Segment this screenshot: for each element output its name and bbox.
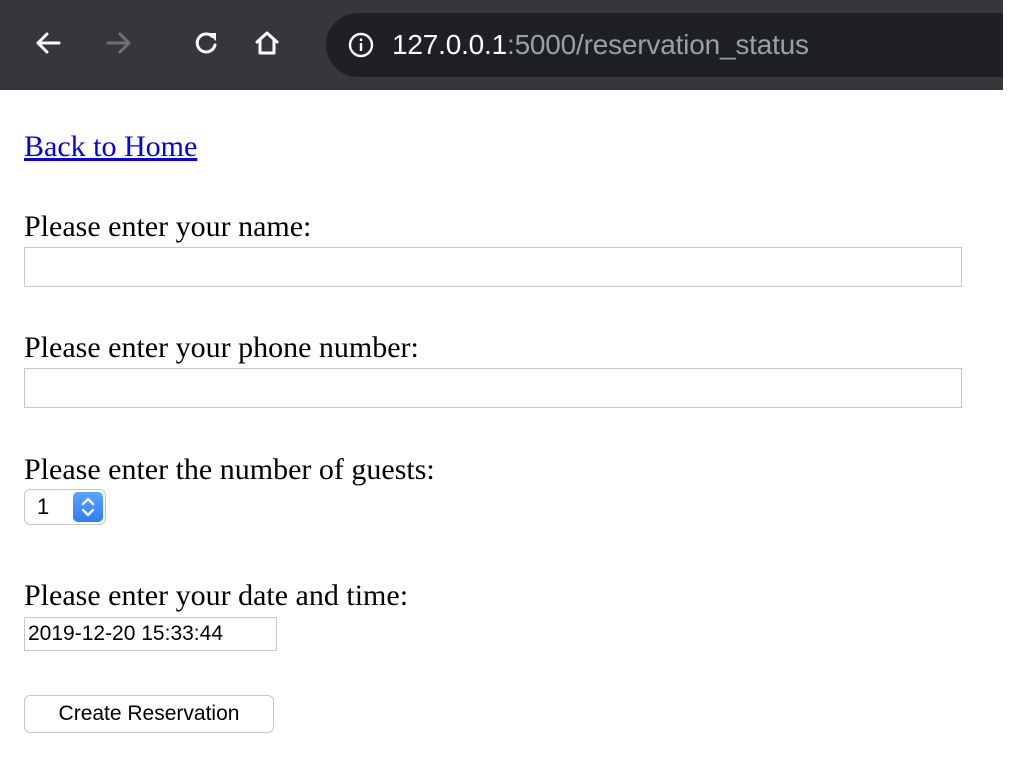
arrow-left-icon bbox=[36, 32, 61, 54]
reload-icon bbox=[195, 32, 217, 54]
phone-field[interactable] bbox=[24, 368, 962, 408]
datetime-field[interactable]: 2019-12-20 15:33:44 bbox=[24, 617, 277, 651]
guests-label: Please enter the number of guests: bbox=[24, 453, 435, 486]
address-bar[interactable]: 127.0.0.1:5000/reservation_status bbox=[326, 13, 1003, 77]
guests-select[interactable]: 1 bbox=[24, 489, 106, 525]
forward-button[interactable] bbox=[96, 20, 142, 66]
arrow-right-icon bbox=[106, 32, 131, 54]
url-path: :5000/reservation_status bbox=[506, 29, 809, 60]
select-arrows-icon[interactable] bbox=[73, 492, 103, 522]
back-button[interactable] bbox=[25, 20, 71, 66]
url-text[interactable]: 127.0.0.1:5000/reservation_status bbox=[392, 13, 809, 77]
home-icon bbox=[255, 31, 279, 55]
create-reservation-button[interactable]: Create Reservation bbox=[24, 695, 274, 733]
browser-toolbar: 127.0.0.1:5000/reservation_status bbox=[0, 0, 1003, 90]
guests-value: 1 bbox=[37, 494, 50, 519]
info-icon[interactable] bbox=[348, 32, 374, 58]
name-field[interactable] bbox=[24, 247, 962, 287]
back-to-home-link[interactable]: Back to Home bbox=[24, 130, 197, 164]
home-button[interactable] bbox=[244, 20, 290, 66]
page-content: Back to Home Please enter your name: Ple… bbox=[0, 90, 1003, 762]
phone-label: Please enter your phone number: bbox=[24, 331, 419, 364]
name-label: Please enter your name: bbox=[24, 210, 312, 243]
datetime-label: Please enter your date and time: bbox=[24, 579, 409, 612]
reload-button[interactable] bbox=[184, 20, 230, 66]
url-host: 127.0.0.1 bbox=[392, 29, 507, 60]
